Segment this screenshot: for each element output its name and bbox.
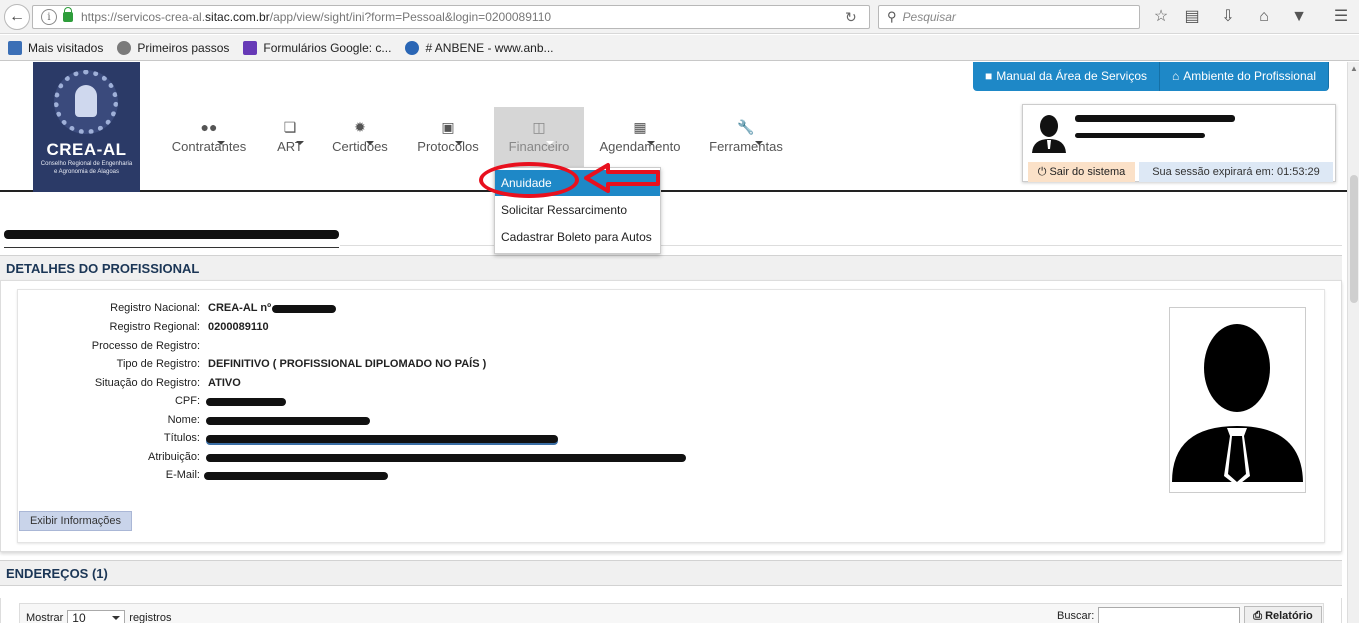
field-tipo: Tipo de Registro: DEFINITIVO ( PROFISSION… [116,358,487,370]
bookmark-item[interactable]: Formulários Google: c... [243,40,391,55]
section-title-addresses: ENDEREÇOS (1) [0,560,1342,586]
users-icon: ●● [201,119,226,145]
list-search-input[interactable] [1098,607,1240,623]
home-icon[interactable]: ⌂ [1255,8,1273,26]
nav-protocolos[interactable]: ▣ Protocolos [410,107,486,157]
field-cpf: CPF: [174,395,200,407]
money-icon: ◫ [532,119,554,145]
nav-ferramentas[interactable]: 🔧 Ferramentas [704,107,788,157]
report-button[interactable]: ⎙ Relatório [1244,606,1322,623]
manual-button[interactable]: ■ Manual da Área de Serviços [973,62,1160,91]
cog-icon: ✹ [354,119,374,145]
anbene-icon [405,40,420,55]
crea-emblem-icon [54,70,118,134]
search-placeholder: Pesquisar [902,10,956,24]
globe-icon [117,40,132,55]
annotation-circle [479,162,579,198]
bookmark-item[interactable]: Primeiros passos [117,40,229,55]
copy-icon: ❏ [284,119,305,145]
bookmark-item[interactable]: Mais visitados [8,40,103,55]
user-avatar-icon [1032,115,1066,153]
download-icon[interactable]: ⇩ [1219,8,1237,26]
search-icon: ⚲ [887,9,897,24]
pocket-icon[interactable]: ▼ [1290,8,1308,26]
bookmark-item[interactable]: # ANBENE - www.anb... [405,40,554,55]
divider [340,245,1342,246]
profile-photo [1169,307,1306,493]
field-processo: Processo de Registro: [91,340,200,352]
chevron-down-icon [112,616,121,620]
star-icon[interactable]: ☆ [1152,8,1170,26]
user-info-redacted [1075,133,1205,138]
list-toolbar: Mostrar 10 registros Buscar: ⎙ Relatório [19,603,1324,623]
logo-subtitle: Conselho Regional de Engenharia e Agrono… [40,161,133,175]
inbox-icon: ▣ [441,119,463,145]
reading-list-icon[interactable]: ▤ [1183,8,1201,26]
person-avatar-icon [1172,324,1303,486]
power-icon: ⏻ [1037,165,1047,178]
section-title-details: DETALHES DO PROFISSIONAL [0,255,1342,281]
printer-icon: ⎙ [1253,609,1263,622]
scroll-up-icon[interactable]: ▲ [1350,64,1358,73]
menu-item-boleto[interactable]: Cadastrar Boleto para Autos [495,224,660,250]
search-label: Buscar: [1057,610,1095,622]
field-registro-nacional: Registro Nacional: CREA-AL nº [110,302,272,314]
menu-icon[interactable]: ☰ [1332,8,1350,26]
user-box: ⏻ Sair do sistema Sua sessão expirará em:… [1022,104,1336,182]
url-bar[interactable]: i https://servicos-crea-al.sitac.com.br/… [32,5,870,29]
field-situacao: Situação do Registro: ATIVO [94,377,241,389]
nav-certidoes[interactable]: ✹ Certidões [325,107,395,157]
scroll-thumb[interactable] [1350,175,1358,303]
calendar-icon: ▦ [633,119,655,145]
url-text: https://servicos-crea-al.sitac.com.br/ap… [81,10,552,24]
field-registro-regional: Registro Regional: 0200089110 [109,321,269,333]
info-icon[interactable]: i [41,9,57,25]
user-name-redacted [1075,115,1235,122]
logout-button[interactable]: ⏻ Sair do sistema [1028,162,1135,182]
page-scrollbar[interactable]: ▲ [1347,62,1359,623]
nav-contratantes[interactable]: ●● Contratantes [166,107,252,157]
browser-toolbar: ← i https://servicos-crea-al.sitac.com.b… [0,0,1359,34]
crea-logo[interactable]: CREA-AL Conselho Regional de Engenharia … [33,62,140,192]
show-info-button[interactable]: Exibir Informações [19,511,132,531]
back-arrow-icon[interactable]: ← [4,4,30,30]
page-size-select[interactable]: 10 [67,610,126,623]
page-size-control: Mostrar 10 registros [26,610,171,623]
book-icon: ■ [985,68,993,83]
site-header: CREA-AL Conselho Regional de Engenharia … [0,62,1347,192]
page-content: CREA-AL Conselho Regional de Engenharia … [0,62,1347,623]
menu-item-ressarcimento[interactable]: Solicitar Ressarcimento [495,197,660,223]
browser-search-input[interactable]: ⚲ Pesquisar [878,5,1140,29]
professional-name [4,224,339,248]
bookmarks-bar: Mais visitados Primeiros passos Formulár… [0,35,1359,61]
top-buttons: ■ Manual da Área de Serviços ⌂ Ambiente do… [973,62,1329,91]
session-timer: Sua sessão expirará em: 01:53:29 [1139,162,1333,182]
lock-icon [63,7,73,22]
annotation-arrow-icon [584,163,660,193]
forms-icon [243,40,258,55]
nav-financeiro[interactable]: ◫ Financeiro [494,107,584,168]
logo-name: CREA-AL [46,140,127,159]
nav-agendamento[interactable]: ▦ Agendamento [594,107,686,157]
bookmark-icon [8,40,22,55]
reload-icon[interactable]: ↻ [845,9,861,25]
home-icon: ⌂ [1172,68,1180,83]
nav-art[interactable]: ❏ ART [270,107,310,157]
ambiente-button[interactable]: ⌂ Ambiente do Profissional [1160,62,1329,91]
wrench-icon: 🔧 [737,119,763,145]
